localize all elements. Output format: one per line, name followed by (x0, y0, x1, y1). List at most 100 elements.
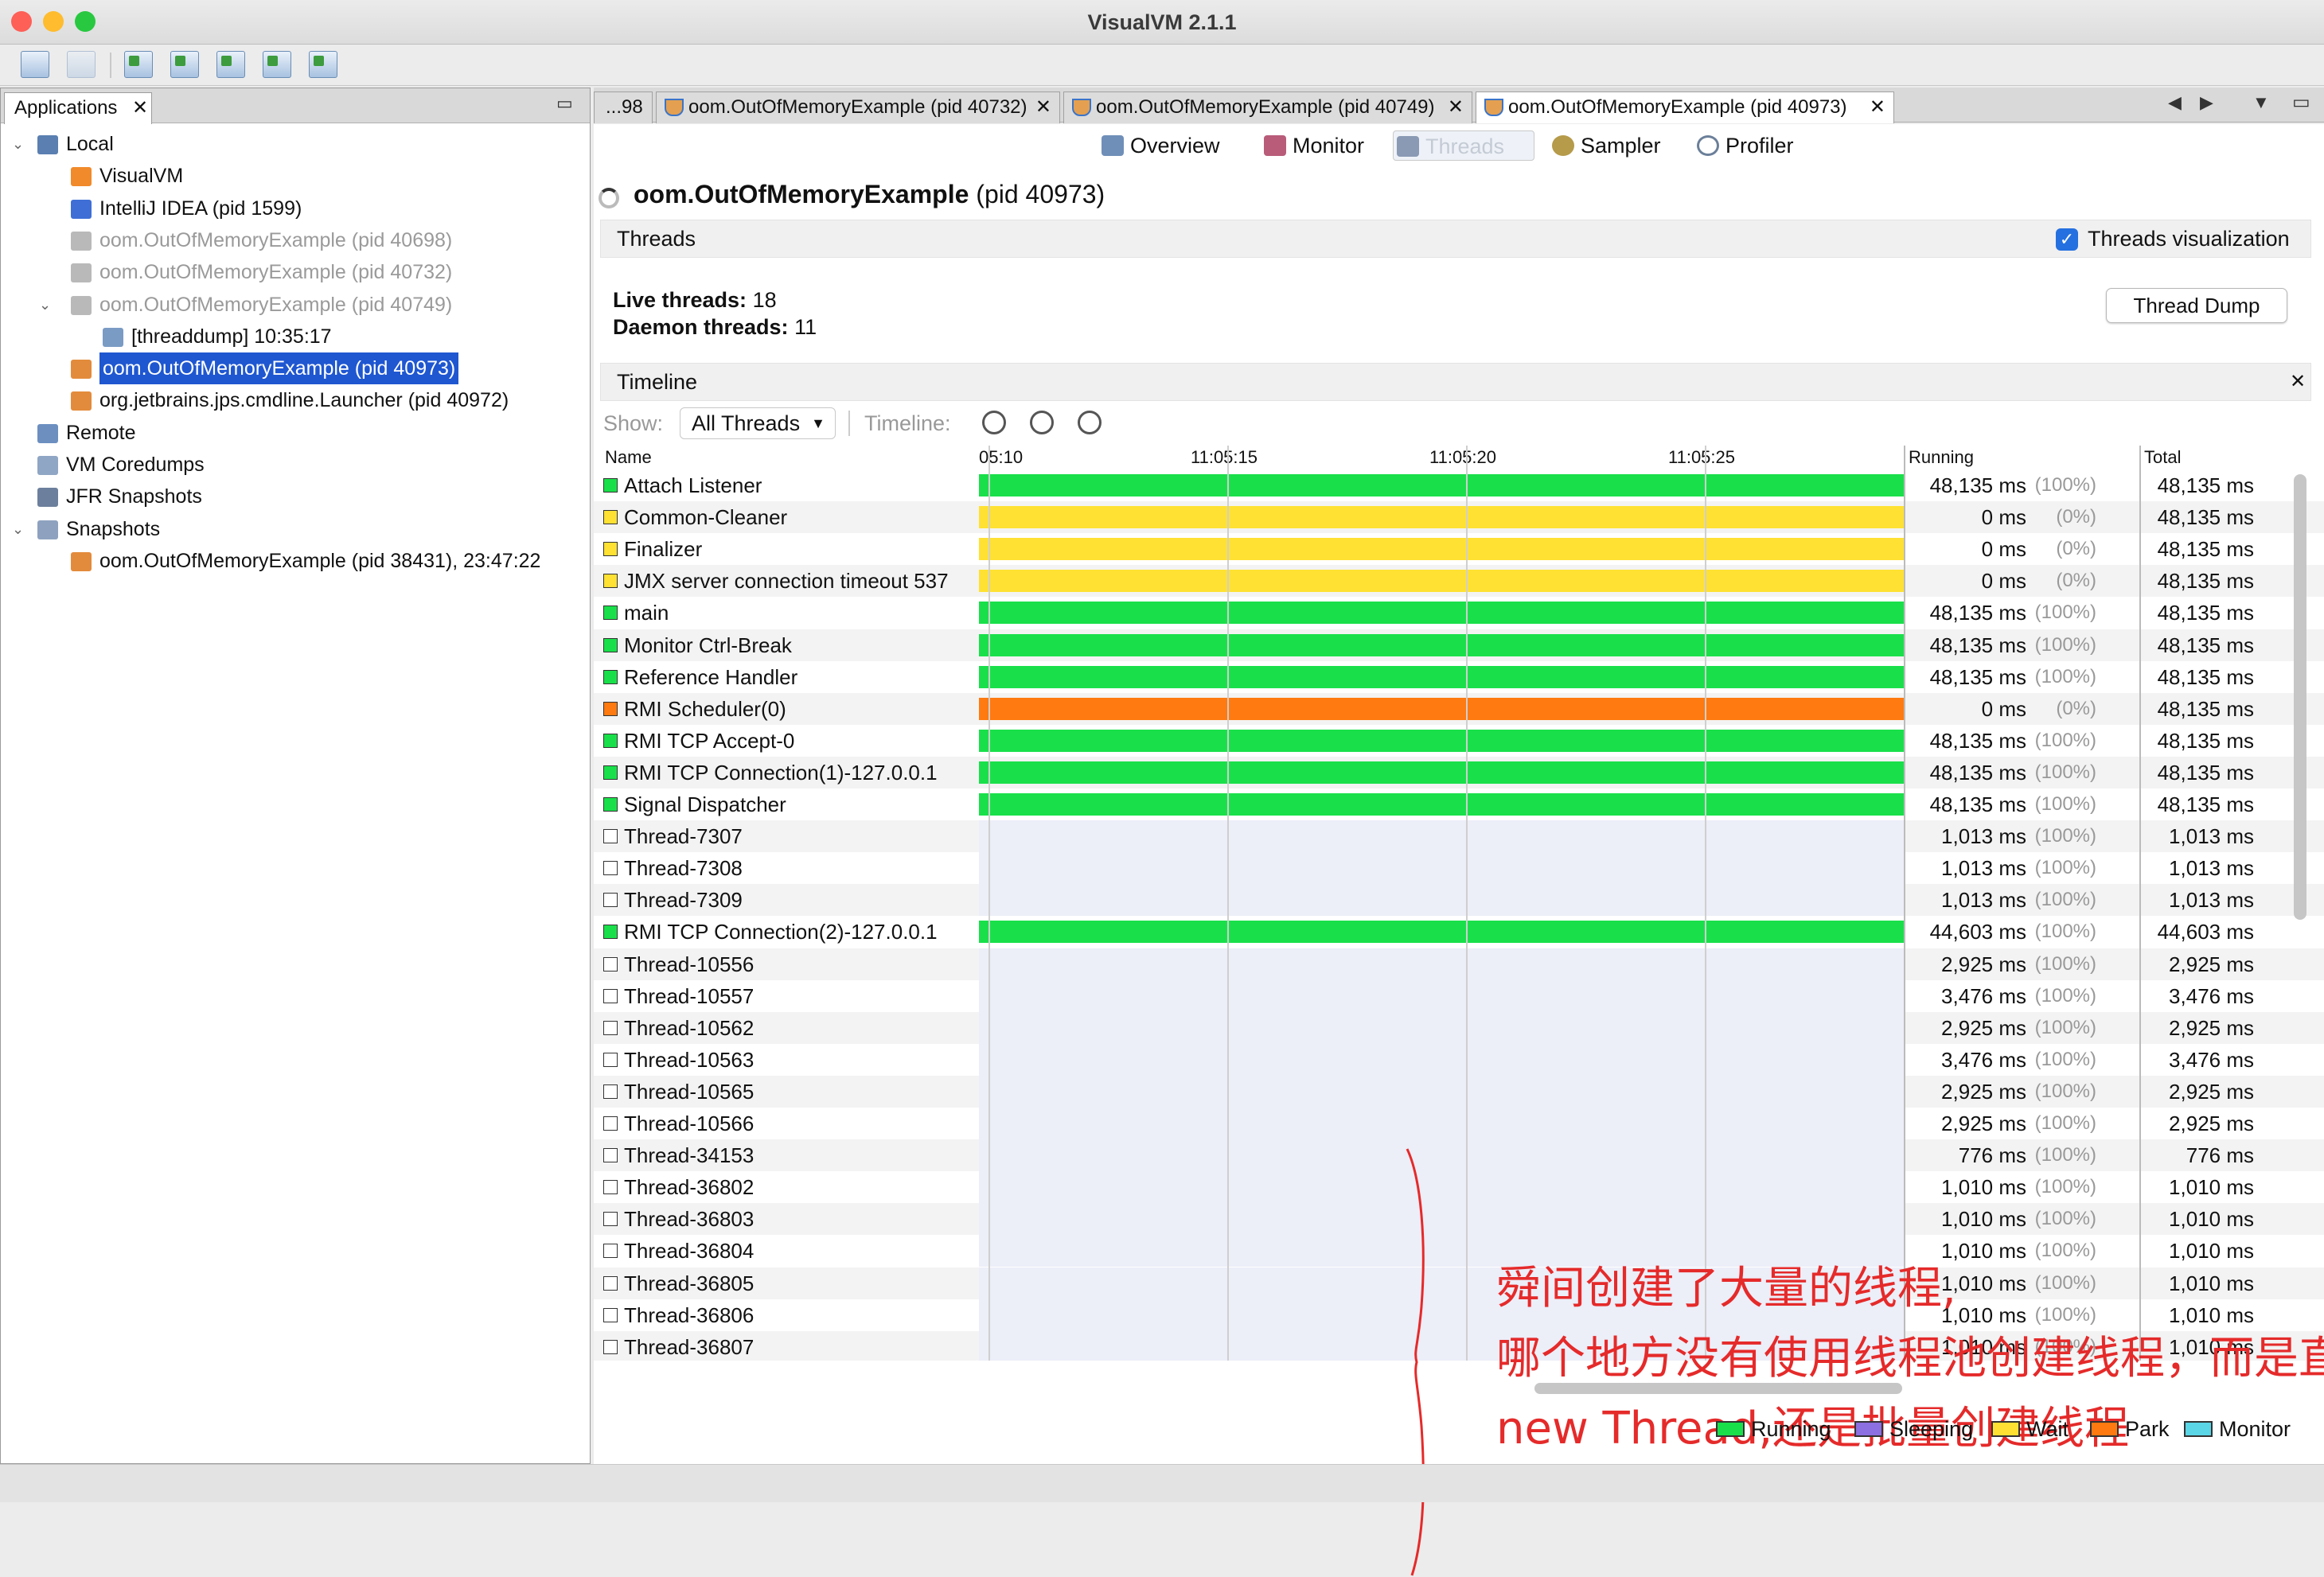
thread-row[interactable]: Thread-10557 3,476 ms (100%) 3,476 ms (594, 979, 2324, 1012)
running-time: 0 ms (1981, 505, 2026, 530)
close-icon[interactable]: ✕ (1448, 92, 1464, 123)
thread-row[interactable]: Thread-10565 2,925 ms (100%) 2,925 ms (594, 1075, 2324, 1108)
applications-tab[interactable]: Applications ✕ (4, 92, 152, 124)
tab-profiler[interactable]: Profiler (1694, 130, 1845, 161)
vertical-scrollbar[interactable] (2294, 474, 2306, 920)
thread-row[interactable]: Monitor Ctrl-Break 48,135 ms (100%) 48,135 … (594, 629, 2324, 661)
add-remote-host-icon[interactable] (170, 51, 199, 78)
thread-timeline (979, 1075, 1904, 1108)
thread-row[interactable]: Signal Dispatcher 48,135 ms (100%) 48,135 m… (594, 788, 2324, 820)
tab-sampler[interactable]: Sampler (1549, 130, 1700, 161)
thread-dump-button[interactable]: Thread Dump (2106, 288, 2287, 323)
thread-name: Thread-10557 (603, 980, 754, 1012)
running-percent: (100%) (2034, 474, 2096, 496)
expand-toggle-icon[interactable]: ⌄ (12, 513, 24, 545)
timeline-gridline (1227, 446, 1229, 1361)
add-jmx-connection-icon[interactable] (124, 51, 153, 78)
load-snapshot-icon[interactable] (216, 51, 245, 78)
expand-toggle-icon[interactable]: ⌄ (12, 128, 24, 160)
running-time: 0 ms (1981, 537, 2026, 562)
thread-row[interactable]: JMX server connection timeout 537 0 ms (0%… (594, 565, 2324, 598)
thread-timeline (979, 979, 1904, 1012)
timeline-gridline (1466, 446, 1468, 1361)
thread-row[interactable]: RMI TCP Connection(2)-127.0.0.1 44,603 ms… (594, 916, 2324, 948)
running-time: 2,925 ms (1941, 1112, 2026, 1135)
doc-tab-2[interactable]: oom.OutOfMemoryExample (pid 40749) ✕ (1063, 92, 1472, 123)
thread-state-bar (979, 570, 1904, 593)
tree-item[interactable]: oom.OutOfMemoryExample (pid 40698) (1, 224, 590, 256)
close-icon[interactable]: ✕ (132, 93, 148, 123)
tree-item[interactable]: VM Coredumps (1, 449, 590, 481)
thread-row[interactable]: Thread-10562 2,925 ms (100%) 2,925 ms (594, 1011, 2324, 1044)
scroll-tabs-right-icon[interactable]: ▶ (2200, 92, 2213, 113)
thread-row[interactable]: RMI TCP Connection(1)-127.0.0.1 48,135 ms… (594, 756, 2324, 788)
daemon-threads-value: 11 (794, 315, 817, 339)
total-time: 1,013 ms (2169, 888, 2254, 913)
tree-item[interactable]: JFR Snapshots (1, 481, 590, 512)
thread-row[interactable]: Thread-7309 1,013 ms (100%) 1,013 ms (594, 884, 2324, 917)
thread-row[interactable]: Thread-10566 2,925 ms (100%) 2,925 ms (594, 1108, 2324, 1139)
close-icon[interactable]: ✕ (1870, 92, 1885, 123)
tree-item[interactable]: Remote (1, 417, 590, 449)
thread-row[interactable]: Thread-10563 3,476 ms (100%) 3,476 ms (594, 1043, 2324, 1076)
thread-timeline (979, 501, 1904, 533)
expand-toggle-icon[interactable]: ⌄ (39, 289, 51, 321)
running-time: 3,476 ms (1941, 983, 2026, 1008)
load-coredump-icon[interactable] (263, 51, 291, 78)
tree-item[interactable]: ⌄ Snapshots (1, 513, 590, 545)
tree-item[interactable]: oom.OutOfMemoryExample (pid 38431), 23:4… (1, 545, 590, 577)
tree-item[interactable]: org.jetbrains.jps.cmdline.Launcher (pid … (1, 384, 590, 416)
thread-row[interactable]: Attach Listener 48,135 ms (100%) 48,135 ms (594, 469, 2324, 501)
thread-row[interactable]: main 48,135 ms (100%) 48,135 ms (594, 597, 2324, 629)
java-app-icon (71, 360, 92, 380)
save-all-icon[interactable] (67, 51, 96, 78)
zoom-out-icon[interactable] (1030, 411, 1054, 434)
thread-row[interactable]: Thread-7307 1,013 ms (100%) 1,013 ms (594, 820, 2324, 853)
thread-name: Thread-36804 (603, 1235, 754, 1267)
thread-row[interactable]: Finalizer 0 ms (0%) 48,135 ms (594, 533, 2324, 565)
threads-visualization-label: Threads visualization (2088, 227, 2290, 251)
tree-item[interactable]: [threaddump] 10:35:17 (1, 321, 590, 352)
show-threads-select[interactable]: All Threads ▼ (680, 407, 836, 439)
thread-row[interactable]: Thread-10556 2,925 ms (100%) 2,925 ms (594, 948, 2324, 980)
tree-item[interactable]: ⌄ Local (1, 128, 590, 160)
snapshot-icon (37, 520, 58, 539)
tab-overview[interactable]: Overview (1098, 130, 1258, 161)
thread-row[interactable]: Thread-36803 1,010 ms (100%) 1,010 ms (594, 1203, 2324, 1236)
thread-state-swatch (603, 988, 618, 1003)
scroll-tabs-left-icon[interactable]: ◀ (2168, 92, 2182, 113)
doc-tab-0[interactable]: ...98 (594, 92, 653, 123)
tree-item[interactable]: ⌄ oom.OutOfMemoryExample (pid 40749) (1, 289, 590, 321)
save-icon[interactable] (21, 51, 49, 78)
tree-item[interactable]: VisualVM (1, 160, 590, 192)
fit-zoom-icon[interactable] (1078, 411, 1102, 434)
doc-tab-label: oom.OutOfMemoryExample (pid 40973) (1508, 96, 1847, 118)
doc-tab-1[interactable]: oom.OutOfMemoryExample (pid 40732) ✕ (656, 92, 1060, 123)
tree-item-label: oom.OutOfMemoryExample (pid 38431), 23:4… (99, 549, 541, 572)
maximize-icon[interactable]: ▭ (2292, 91, 2310, 114)
thread-row[interactable]: Thread-34153 776 ms (100%) 776 ms (594, 1139, 2324, 1172)
tab-label: Overview (1130, 134, 1220, 158)
daemon-threads-label: Daemon threads: (613, 315, 789, 339)
thread-row[interactable]: RMI Scheduler(0) 0 ms (0%) 48,135 ms (594, 692, 2324, 725)
tree-item[interactable]: oom.OutOfMemoryExample (pid 40973) (1, 352, 590, 385)
doc-tab-3[interactable]: oom.OutOfMemoryExample (pid 40973) ✕ (1476, 92, 1894, 123)
close-icon[interactable]: ✕ (1035, 92, 1051, 123)
thread-name: Thread-7309 (603, 884, 743, 916)
tab-label: Threads (1425, 134, 1505, 158)
add-jfr-icon[interactable] (309, 51, 337, 78)
total-time: 48,135 ms (2157, 696, 2254, 721)
thread-row[interactable]: Reference Handler 48,135 ms (100%) 48,135 m… (594, 661, 2324, 693)
thread-row[interactable]: Thread-7308 1,013 ms (100%) 1,013 ms (594, 852, 2324, 885)
minimize-panel-icon[interactable]: ▭ (556, 93, 573, 114)
thread-row[interactable]: RMI TCP Accept-0 48,135 ms (100%) 48,135 ms (594, 725, 2324, 757)
tree-item[interactable]: IntelliJ IDEA (pid 1599) (1, 193, 590, 224)
close-icon[interactable]: ✕ (2290, 364, 2306, 400)
zoom-in-icon[interactable] (982, 411, 1006, 434)
tab-threads[interactable]: Threads (1393, 130, 1534, 161)
tab-list-icon[interactable]: ▼ (2252, 92, 2270, 113)
thread-row[interactable]: Common-Cleaner 0 ms (0%) 48,135 ms (594, 501, 2324, 534)
threads-visualization-checkbox[interactable]: ✓ (2056, 228, 2078, 251)
thread-row[interactable]: Thread-36802 1,010 ms (100%) 1,010 ms (594, 1171, 2324, 1204)
tree-item[interactable]: oom.OutOfMemoryExample (pid 40732) (1, 256, 590, 288)
